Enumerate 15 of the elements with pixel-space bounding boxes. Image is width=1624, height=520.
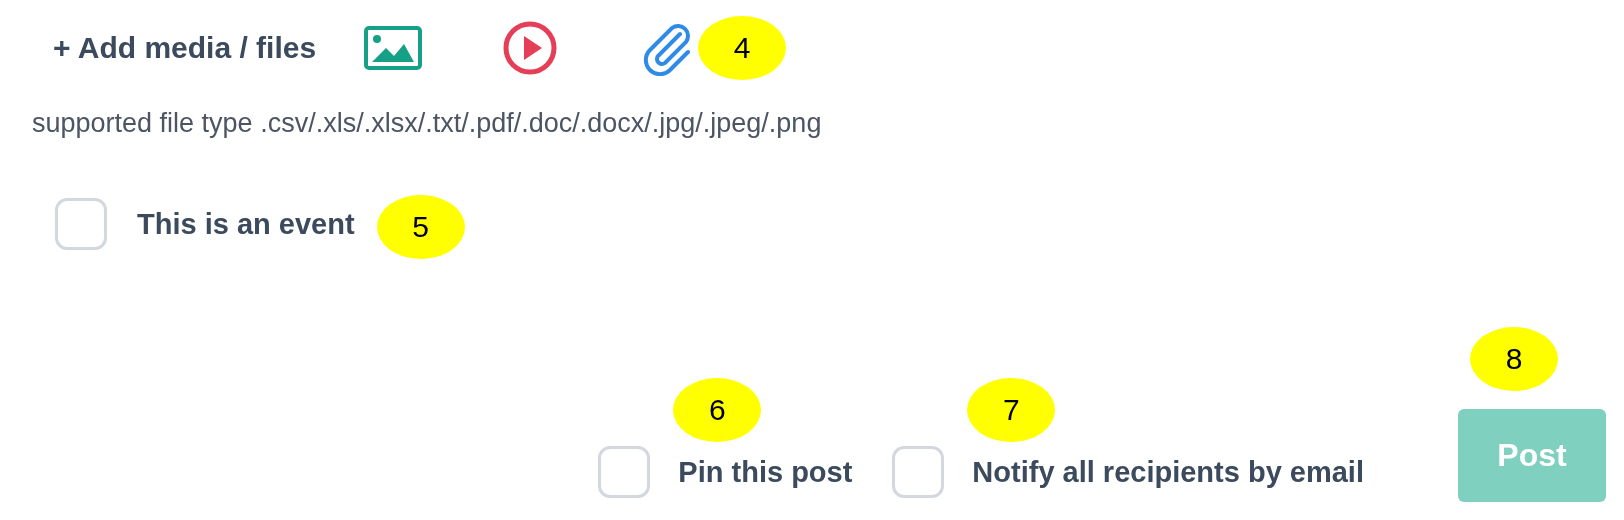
option-checkbox[interactable] — [892, 446, 945, 498]
option-checkbox[interactable] — [598, 446, 651, 498]
callout-marker: 5 — [376, 195, 465, 259]
image-icon[interactable] — [364, 26, 423, 70]
add-media-button[interactable]: + Add media / files — [53, 31, 317, 65]
event-label: This is an event — [137, 207, 355, 241]
callout-marker: 8 — [1470, 327, 1558, 391]
option-label: Pin this post — [678, 455, 853, 489]
play-icon[interactable] — [502, 20, 559, 76]
option-label: Notify all recipients by email — [972, 455, 1364, 489]
callout-marker: 7 — [967, 378, 1056, 442]
event-checkbox[interactable] — [55, 198, 107, 250]
callout-marker: 4 — [698, 16, 787, 80]
supported-file-types-text: supported file type .csv/.xls/.xlsx/.txt/.pdf/.doc/.docx/.jpg/.jpeg/.png — [32, 108, 823, 139]
callout-marker: 6 — [673, 378, 762, 442]
